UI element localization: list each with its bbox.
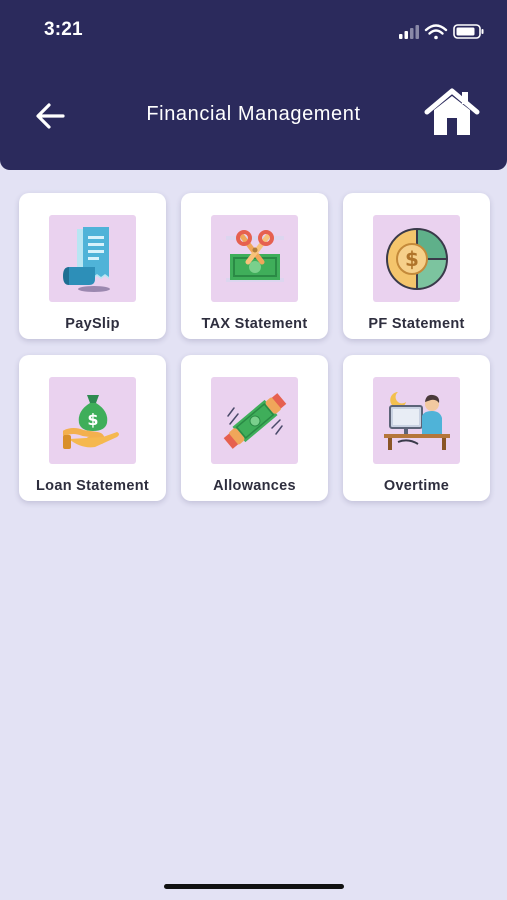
menu-item-label: Overtime <box>383 478 450 494</box>
menu-item-label: PF Statement <box>368 316 465 332</box>
icon-box <box>49 215 136 302</box>
arrow-left-icon <box>36 103 65 129</box>
home-icon <box>424 88 480 135</box>
icon-box: $ <box>49 377 136 464</box>
money-bag-hand-icon: $ <box>62 394 119 449</box>
svg-text:$: $ <box>405 247 419 271</box>
icon-box <box>211 377 298 464</box>
page-title: Financial Management <box>146 103 361 125</box>
money-handover-icon <box>223 392 286 449</box>
menu-item-payslip[interactable]: PaySlip <box>19 193 166 339</box>
menu-item-label: Allowances <box>213 478 296 494</box>
menu-item-tax-statement[interactable]: TAX Statement <box>181 193 328 339</box>
svg-text:$: $ <box>87 410 98 429</box>
wifi-icon <box>424 24 448 40</box>
menu-item-pf-statement[interactable]: $ PF Statement <box>343 193 490 339</box>
icon-box: $ <box>373 215 460 302</box>
menu-item-allowances[interactable]: Allowances <box>181 355 328 501</box>
menu-item-label: TAX Statement <box>201 316 308 332</box>
pie-coin-icon: $ <box>385 227 448 290</box>
menu-grid: PaySlip TAX Statement $ PF Statement $ L… <box>19 193 491 501</box>
menu-item-label: PaySlip <box>65 316 120 332</box>
tax-cash-icon <box>225 229 284 282</box>
home-indicator[interactable] <box>164 884 344 889</box>
night-work-icon <box>383 391 450 450</box>
receipt-icon <box>62 226 110 292</box>
status-icons <box>399 24 484 40</box>
menu-item-label: Loan Statement <box>36 478 149 494</box>
icon-box <box>211 215 298 302</box>
icon-box <box>373 377 460 464</box>
menu-item-overtime[interactable]: Overtime <box>343 355 490 501</box>
status-time: 3:21 <box>44 19 83 40</box>
signal-icon <box>399 25 419 39</box>
back-button[interactable] <box>26 94 74 138</box>
menu-item-loan-statement[interactable]: $ Loan Statement <box>19 355 166 501</box>
home-button[interactable] <box>421 84 483 142</box>
app-header: 3:21 Financial Management <box>0 0 507 170</box>
battery-icon <box>453 24 484 39</box>
